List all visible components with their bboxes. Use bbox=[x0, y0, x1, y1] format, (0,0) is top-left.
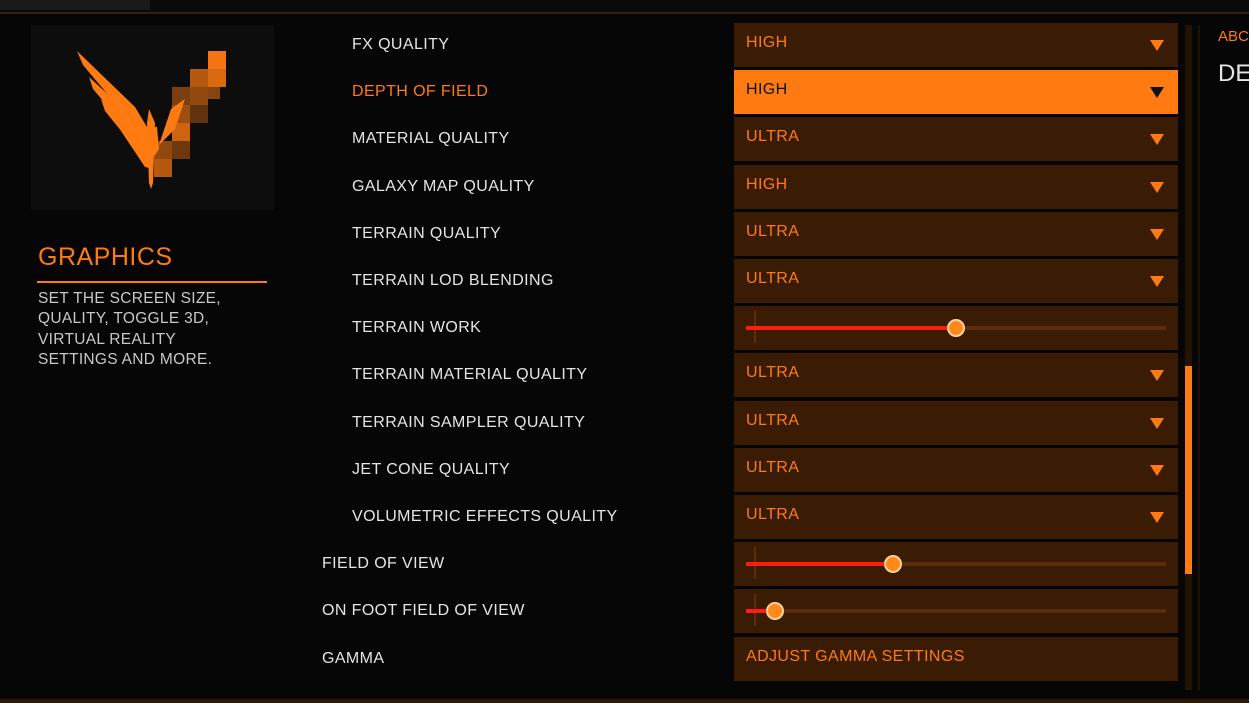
settings-row[interactable]: DEPTH OF FIELD HIGH bbox=[0, 70, 1180, 115]
settings-row[interactable]: VOLUMETRIC EFFECTS QUALITY ULTRA bbox=[0, 495, 1180, 539]
dropdown-arrow-icon bbox=[1150, 417, 1164, 429]
settings-scrollbar-track[interactable] bbox=[1185, 25, 1192, 690]
dropdown-value: ULTRA bbox=[746, 222, 800, 240]
setting-dropdown[interactable]: HIGH bbox=[734, 23, 1178, 67]
setting-label: ON FOOT FIELD OF VIEW bbox=[322, 602, 525, 620]
setting-label: DEPTH OF FIELD bbox=[352, 83, 489, 101]
bottom-bar bbox=[0, 699, 1249, 703]
dropdown-value: ULTRA bbox=[746, 128, 800, 146]
dropdown-value: HIGH bbox=[746, 175, 788, 193]
setting-dropdown[interactable]: HIGH bbox=[734, 70, 1178, 115]
adjust-gamma-button[interactable]: ADJUST GAMMA SETTINGS bbox=[734, 636, 1178, 681]
slider-track[interactable] bbox=[746, 562, 1166, 567]
dropdown-arrow-icon bbox=[1150, 276, 1164, 287]
setting-label: TERRAIN WORK bbox=[352, 319, 482, 337]
top-bar-highlight bbox=[0, 0, 150, 10]
settings-row[interactable]: TERRAIN QUALITY ULTRA bbox=[0, 211, 1180, 256]
right-panel-heading: ABC bbox=[1218, 28, 1249, 45]
setting-dropdown[interactable]: HIGH bbox=[734, 164, 1178, 209]
button-label: ADJUST GAMMA SETTINGS bbox=[746, 647, 965, 665]
settings-row[interactable]: FIELD OF VIEW bbox=[0, 542, 1180, 587]
slider-track[interactable] bbox=[746, 609, 1166, 614]
slider-knob[interactable] bbox=[884, 555, 902, 574]
setting-dropdown[interactable]: ULTRA bbox=[734, 400, 1178, 445]
settings-row[interactable]: TERRAIN SAMPLER QUALITY ULTRA bbox=[0, 400, 1180, 445]
dropdown-arrow-icon bbox=[1150, 134, 1164, 146]
setting-label: MATERIAL QUALITY bbox=[352, 130, 510, 148]
setting-label: JET CONE QUALITY bbox=[352, 460, 511, 478]
setting-label: GAMMA bbox=[322, 649, 385, 667]
setting-slider[interactable] bbox=[734, 306, 1178, 351]
setting-label: GALAXY MAP QUALITY bbox=[352, 177, 535, 195]
dropdown-arrow-icon bbox=[1150, 181, 1164, 193]
setting-slider[interactable] bbox=[734, 589, 1178, 634]
dropdown-value: ULTRA bbox=[746, 411, 800, 429]
settings-row[interactable]: TERRAIN WORK bbox=[0, 306, 1180, 351]
dropdown-arrow-icon bbox=[1150, 40, 1164, 51]
top-bar bbox=[0, 0, 1249, 14]
dropdown-arrow-icon bbox=[1150, 464, 1164, 476]
right-panel-divider bbox=[1198, 25, 1200, 690]
settings-row[interactable]: MATERIAL QUALITY ULTRA bbox=[0, 117, 1180, 162]
setting-dropdown[interactable]: ULTRA bbox=[734, 211, 1178, 256]
dropdown-value: ULTRA bbox=[746, 458, 800, 476]
settings-scrollbar-thumb[interactable] bbox=[1185, 366, 1192, 574]
dropdown-arrow-icon bbox=[1150, 87, 1164, 99]
setting-dropdown[interactable]: ULTRA bbox=[734, 495, 1178, 539]
dropdown-value: ULTRA bbox=[746, 506, 800, 523]
setting-dropdown[interactable]: ULTRA bbox=[734, 259, 1178, 303]
setting-dropdown[interactable]: ULTRA bbox=[734, 447, 1178, 492]
setting-dropdown[interactable]: ULTRA bbox=[734, 117, 1178, 162]
setting-slider[interactable] bbox=[734, 542, 1178, 587]
settings-row[interactable]: FX QUALITY HIGH bbox=[0, 23, 1180, 67]
setting-dropdown[interactable]: ULTRA bbox=[734, 353, 1178, 398]
slider-fill bbox=[746, 562, 893, 567]
dropdown-value: HIGH bbox=[746, 81, 788, 99]
dropdown-arrow-icon bbox=[1150, 512, 1164, 523]
setting-label: TERRAIN MATERIAL QUALITY bbox=[352, 366, 588, 384]
settings-row[interactable]: GALAXY MAP QUALITY HIGH bbox=[0, 164, 1180, 209]
dropdown-value: ULTRA bbox=[746, 364, 800, 382]
slider-knob[interactable] bbox=[947, 319, 965, 338]
setting-label: TERRAIN QUALITY bbox=[352, 224, 502, 242]
settings-row[interactable]: GAMMA ADJUST GAMMA SETTINGS bbox=[0, 636, 1180, 681]
setting-label: VOLUMETRIC EFFECTS QUALITY bbox=[352, 508, 618, 525]
slider-knob[interactable] bbox=[766, 602, 785, 621]
right-panel-subheading: DE bbox=[1218, 60, 1249, 87]
setting-label: TERRAIN LOD BLENDING bbox=[352, 272, 554, 289]
setting-label: FIELD OF VIEW bbox=[322, 555, 445, 573]
setting-label: FX QUALITY bbox=[352, 36, 450, 53]
settings-row[interactable]: TERRAIN MATERIAL QUALITY ULTRA bbox=[0, 353, 1180, 398]
settings-row[interactable]: ON FOOT FIELD OF VIEW bbox=[0, 589, 1180, 634]
dropdown-value: ULTRA bbox=[746, 270, 800, 287]
dropdown-arrow-icon bbox=[1150, 228, 1164, 240]
slider-fill bbox=[746, 326, 956, 331]
settings-row[interactable]: JET CONE QUALITY ULTRA bbox=[0, 447, 1180, 492]
settings-row[interactable]: TERRAIN LOD BLENDING ULTRA bbox=[0, 259, 1180, 303]
dropdown-value: HIGH bbox=[746, 34, 788, 51]
dropdown-arrow-icon bbox=[1150, 370, 1164, 382]
setting-label: TERRAIN SAMPLER QUALITY bbox=[352, 413, 586, 431]
